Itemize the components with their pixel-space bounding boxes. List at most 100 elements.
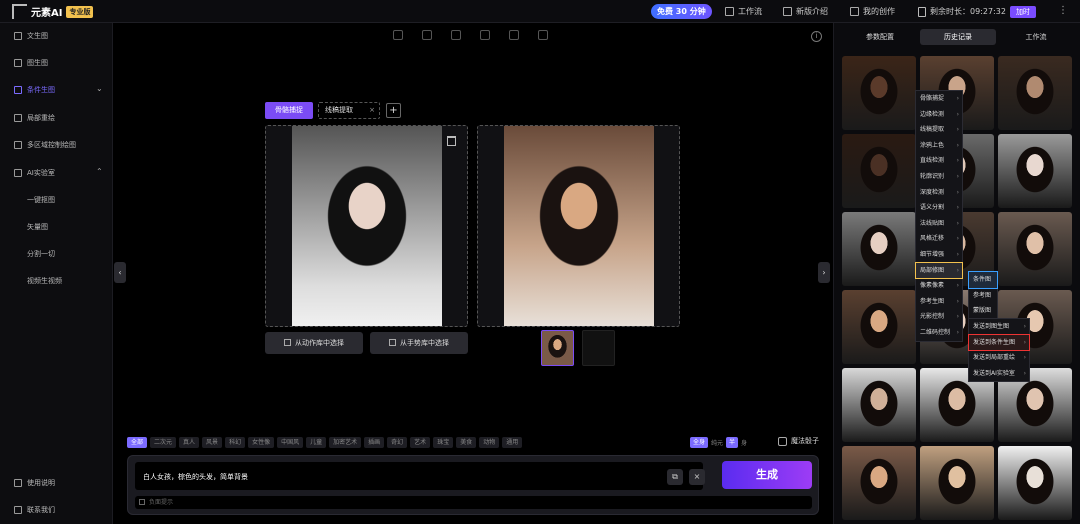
tag-half-body[interactable]: 半 bbox=[726, 437, 739, 448]
context-menu-item[interactable]: 线稿提取 › bbox=[916, 122, 962, 138]
history-image[interactable] bbox=[998, 212, 1072, 286]
context-menu-item[interactable]: 蒙版图 bbox=[969, 303, 997, 319]
nav-workflow[interactable]: 工作流 bbox=[725, 4, 762, 19]
style-tag[interactable]: 中国风 bbox=[277, 437, 304, 448]
history-image[interactable] bbox=[998, 56, 1072, 130]
style-tag[interactable]: 动物 bbox=[479, 437, 500, 448]
export-icon[interactable] bbox=[538, 30, 548, 40]
collapse-left-icon[interactable]: ‹ bbox=[114, 262, 126, 283]
chevron-down-icon[interactable]: ⌄ bbox=[96, 84, 103, 93]
negative-prompt-input[interactable]: 负面提示 bbox=[135, 496, 812, 509]
style-tag[interactable]: 全部 bbox=[127, 437, 148, 448]
context-menu-item[interactable]: 边缘检测 › bbox=[916, 107, 962, 123]
context-menu-item[interactable]: 光影控制 › bbox=[916, 309, 962, 325]
context-menu-item[interactable]: 细节增强 › bbox=[916, 247, 962, 263]
save-icon[interactable] bbox=[422, 30, 432, 40]
select-from-gesture-library-button[interactable]: 从手势库中选择 bbox=[370, 332, 468, 354]
style-tag[interactable]: 通用 bbox=[502, 437, 523, 448]
tab-lineart[interactable]: 线稿提取 × bbox=[318, 102, 380, 119]
input-image-panel[interactable] bbox=[265, 125, 468, 327]
select-from-action-library-button[interactable]: 从动作库中选择 bbox=[265, 332, 363, 354]
undo-icon[interactable] bbox=[393, 30, 403, 40]
sidebar-item-ai-lab[interactable]: AI实验室 bbox=[14, 168, 55, 178]
tab-history[interactable]: 历史记录 bbox=[920, 29, 996, 45]
style-tag[interactable]: 插画 bbox=[364, 437, 385, 448]
context-menu-item[interactable]: 参考生图 › bbox=[916, 294, 962, 310]
history-image[interactable] bbox=[920, 446, 994, 520]
style-tag[interactable]: 艺术 bbox=[410, 437, 431, 448]
nav-my-creations[interactable]: 我的创作 bbox=[850, 4, 895, 19]
prompt-input[interactable]: 白人女孩，棕色的头发，简单背景 ⧉ × bbox=[135, 462, 705, 490]
trash-icon[interactable] bbox=[447, 136, 456, 146]
magic-dice-button[interactable]: 魔法骰子 bbox=[778, 436, 819, 446]
sidebar-item-text-to-image[interactable]: 文生图 bbox=[14, 31, 48, 41]
style-tag[interactable]: 加密艺术 bbox=[329, 437, 362, 448]
sidebar-sub-video[interactable]: 视频生视频 bbox=[27, 276, 62, 286]
style-tag[interactable]: 风景 bbox=[202, 437, 223, 448]
context-menu-item[interactable]: 发送到图生图 › bbox=[969, 319, 1029, 335]
logo[interactable]: 元素AI 专业版 bbox=[12, 4, 94, 19]
context-menu-item[interactable]: 法线贴图 › bbox=[916, 216, 962, 232]
sidebar-sub-vector[interactable]: 矢量图 bbox=[27, 222, 48, 232]
output-image-panel[interactable] bbox=[477, 125, 680, 327]
result-thumbnail[interactable] bbox=[541, 330, 574, 366]
context-menu-item[interactable]: 深度检测 › bbox=[916, 185, 962, 201]
style-tag[interactable]: 美食 bbox=[456, 437, 477, 448]
sidebar-sub-cutout[interactable]: 一键抠图 bbox=[27, 195, 55, 205]
history-image[interactable] bbox=[842, 446, 916, 520]
style-tag[interactable]: 女性像 bbox=[248, 437, 275, 448]
context-menu-item[interactable]: 轮廓识别 › bbox=[916, 169, 962, 185]
context-menu-item[interactable]: 涂鸦上色 › bbox=[916, 138, 962, 154]
history-image[interactable] bbox=[842, 212, 916, 286]
nav-new-version[interactable]: 新版介绍 bbox=[783, 4, 828, 19]
sidebar-item-image-to-image[interactable]: 图生图 bbox=[14, 58, 48, 68]
clear-icon[interactable]: × bbox=[689, 469, 705, 485]
tag-full-body[interactable]: 全身 bbox=[690, 437, 709, 448]
sidebar-item-multi-region[interactable]: 多区域控制绘图 bbox=[14, 140, 76, 150]
sidebar-item-inpaint[interactable]: 局部重绘 bbox=[14, 113, 55, 123]
context-menu-item[interactable]: 参考图 bbox=[969, 288, 997, 304]
style-tag[interactable]: 奇幻 bbox=[387, 437, 408, 448]
history-image[interactable] bbox=[842, 368, 916, 442]
style-tag[interactable]: 二次元 bbox=[150, 437, 177, 448]
history-image[interactable] bbox=[998, 134, 1072, 208]
style-tag[interactable]: 真人 bbox=[179, 437, 200, 448]
context-menu-item[interactable]: 发送到条件生图 › bbox=[968, 333, 1030, 352]
history-image[interactable] bbox=[842, 134, 916, 208]
context-menu-item[interactable]: 风格迁移 › bbox=[916, 231, 962, 247]
context-menu-item[interactable]: 发送到局部重绘 › bbox=[969, 350, 1029, 366]
copy-icon[interactable]: ⧉ bbox=[667, 469, 683, 485]
collapse-right-icon[interactable]: › bbox=[818, 262, 830, 283]
context-menu-item[interactable]: 像素像素 › bbox=[916, 278, 962, 294]
context-menu-item[interactable]: 语义分割 › bbox=[916, 200, 962, 216]
topup-button[interactable]: 加时 bbox=[1009, 5, 1036, 18]
tab-pose[interactable]: 骨骼捕捉 bbox=[265, 102, 313, 119]
sidebar-item-manual[interactable]: 使用说明 bbox=[14, 478, 55, 488]
context-menu-item[interactable]: 发送到AI实验室 › bbox=[969, 366, 1029, 382]
more-icon[interactable]: ⋮ bbox=[1058, 5, 1068, 16]
reset-icon[interactable] bbox=[451, 30, 461, 40]
close-icon[interactable]: × bbox=[369, 103, 375, 118]
history-image[interactable] bbox=[998, 446, 1072, 520]
context-menu-item[interactable]: 直线检测 › bbox=[916, 153, 962, 169]
history-image[interactable] bbox=[842, 56, 916, 130]
pose-thumbnail[interactable] bbox=[582, 330, 615, 366]
context-menu-item[interactable]: 局部修图 › bbox=[915, 261, 963, 280]
style-tag[interactable]: 科幻 bbox=[225, 437, 246, 448]
tab-parameters[interactable]: 参数配置 bbox=[842, 29, 918, 45]
context-menu-item[interactable]: 条件图 bbox=[968, 271, 998, 289]
context-menu-item[interactable]: 二维码控制 › bbox=[916, 325, 962, 341]
sidebar-item-contact[interactable]: 联系我们 bbox=[14, 505, 55, 515]
chevron-up-icon[interactable]: ⌃ bbox=[96, 167, 103, 176]
free-minutes-badge[interactable]: 免费 30 分钟 bbox=[651, 4, 712, 19]
style-tag[interactable]: 儿童 bbox=[306, 437, 327, 448]
sidebar-item-condition[interactable]: 条件生图 bbox=[14, 85, 55, 95]
style-tag[interactable]: 珠宝 bbox=[433, 437, 454, 448]
info-icon[interactable]: i bbox=[811, 31, 822, 42]
fullscreen-icon[interactable] bbox=[509, 30, 519, 40]
history-image[interactable] bbox=[842, 290, 916, 364]
tab-workflow[interactable]: 工作流 bbox=[998, 29, 1074, 45]
sidebar-sub-segment[interactable]: 分割一切 bbox=[27, 249, 55, 259]
context-menu-item[interactable]: 骨骼捕捉 › bbox=[916, 91, 962, 107]
hand-icon[interactable] bbox=[480, 30, 490, 40]
